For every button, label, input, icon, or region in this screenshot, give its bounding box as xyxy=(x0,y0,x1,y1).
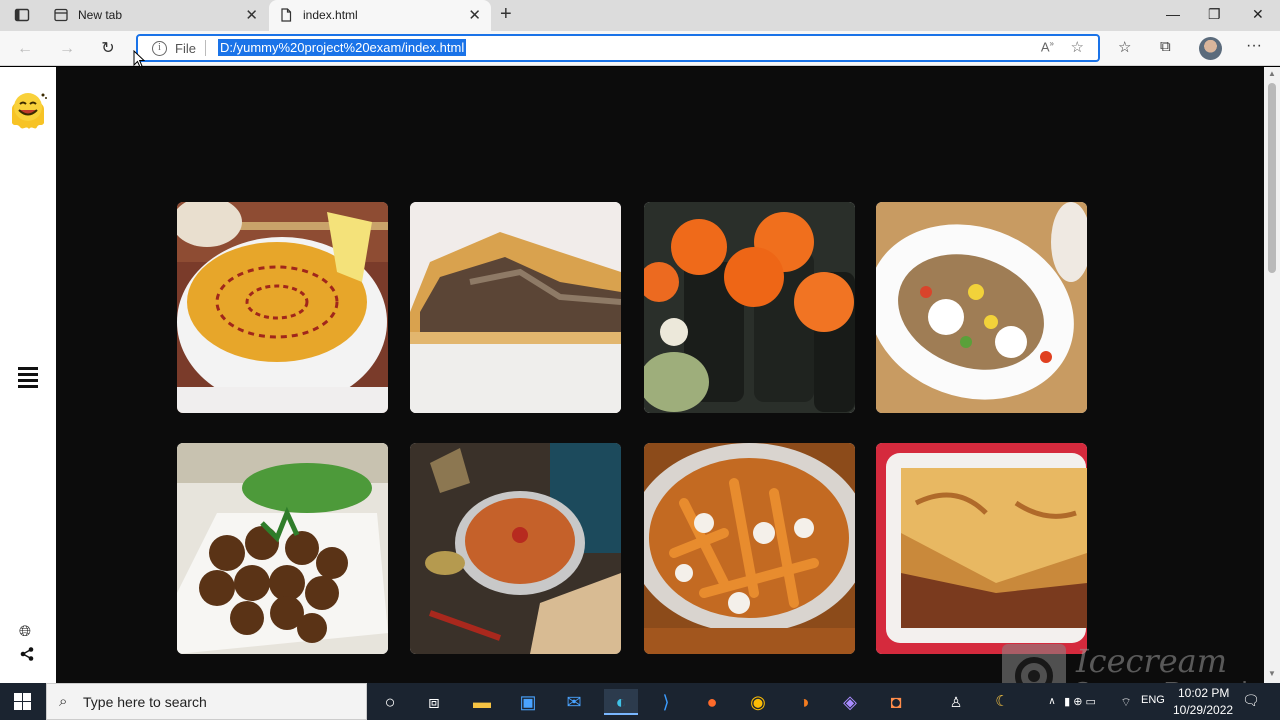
smiley-logo-icon[interactable] xyxy=(8,89,48,135)
eclipse-icon[interactable]: ◑ xyxy=(790,689,818,715)
add-favorite-icon[interactable]: ☆ xyxy=(1071,38,1084,56)
poutine-image xyxy=(644,443,855,654)
taskbar-search[interactable]: ⌕ Type here to search xyxy=(46,683,367,720)
file-explorer-icon[interactable]: ▬ xyxy=(468,689,496,715)
read-aloud-icon[interactable]: A» xyxy=(1041,39,1054,54)
watermark-title: Icecream xyxy=(1076,642,1228,680)
start-button[interactable] xyxy=(14,693,31,710)
edge-icon[interactable]: ◐ xyxy=(604,689,638,715)
language-indicator[interactable]: ENG xyxy=(1141,694,1165,706)
collections-icon[interactable]: ⧉ xyxy=(1160,38,1171,55)
discord-icon[interactable]: ◈ xyxy=(836,689,864,715)
more-menu-icon[interactable]: ··· xyxy=(1246,37,1262,55)
tray-icons[interactable]: ▮ ⊕ ▭ xyxy=(1060,689,1100,715)
scroll-thumb[interactable] xyxy=(1268,83,1276,273)
newtab-page-icon xyxy=(54,8,68,22)
search-icon: ⌕ xyxy=(59,693,68,710)
tab-strip: New tab ✕ index.html ✕ + — ❐ ✕ xyxy=(0,0,1280,31)
chrome-icon[interactable]: ◉ xyxy=(744,689,772,715)
new-tab-button[interactable]: + xyxy=(500,3,512,26)
close-tab-icon[interactable]: ✕ xyxy=(245,6,258,24)
store-icon[interactable]: ▣ xyxy=(514,689,542,715)
menu-icon[interactable] xyxy=(18,367,38,388)
close-tab-icon[interactable]: ✕ xyxy=(468,6,481,24)
outlook-icon[interactable]: ✉ xyxy=(560,689,588,715)
address-bar[interactable]: i File D:/yummy%20project%20exam/index.h… xyxy=(136,34,1100,62)
food-card-lasagna[interactable] xyxy=(876,443,1087,654)
night-mode-icon[interactable]: ☾ xyxy=(988,689,1016,715)
soundcloud-icon[interactable]: ● xyxy=(698,689,726,715)
food-card-falafel[interactable] xyxy=(177,443,388,654)
file-icon xyxy=(281,8,292,22)
stuffed-potato-image xyxy=(876,202,1087,413)
url-text[interactable]: D:/yummy%20project%20exam/index.html xyxy=(218,39,467,56)
close-window-icon[interactable]: ✕ xyxy=(1252,6,1264,23)
restore-icon[interactable]: ❐ xyxy=(1208,6,1221,23)
side-nav: 🌐︎ xyxy=(0,67,56,683)
mouse-cursor-icon xyxy=(133,50,145,68)
search-placeholder: Type here to search xyxy=(83,694,207,710)
tab-index-html[interactable]: index.html ✕ xyxy=(269,0,491,31)
lentil-soup-image xyxy=(177,202,388,413)
food-card-lentil-soup[interactable] xyxy=(177,202,388,413)
food-card-poutine[interactable] xyxy=(644,443,855,654)
scroll-up-icon[interactable]: ▲ xyxy=(1268,69,1276,78)
food-card-spiced-soup[interactable] xyxy=(410,443,621,654)
vscode-icon[interactable]: ⟩ xyxy=(652,689,680,715)
recorder-app-icon[interactable]: ◘ xyxy=(882,689,910,715)
clock-time[interactable]: 10:02 PM xyxy=(1178,686,1229,700)
notifications-icon[interactable]: 🗨︎ xyxy=(1242,692,1260,709)
divider xyxy=(205,40,206,56)
cortana-icon[interactable]: ○ xyxy=(376,689,404,715)
page-viewport: 🌐︎ xyxy=(0,67,1264,683)
page-scrollbar[interactable]: ▲ ▼ xyxy=(1264,67,1280,683)
wifi-icon[interactable]: ⌔ xyxy=(1112,689,1140,715)
tab-new-tab[interactable]: New tab ✕ xyxy=(44,0,268,31)
tab-label: index.html xyxy=(303,8,358,22)
task-view-icon[interactable]: ⧈ xyxy=(420,689,448,715)
reload-button[interactable]: ↻ xyxy=(97,38,119,60)
tab-actions-icon[interactable] xyxy=(14,7,30,23)
minimize-icon[interactable]: — xyxy=(1166,6,1180,22)
clock-date[interactable]: 10/29/2022 xyxy=(1173,703,1233,717)
globe-icon[interactable]: 🌐︎ xyxy=(19,623,31,640)
share-icon[interactable] xyxy=(20,647,34,661)
lasagna-image xyxy=(876,443,1087,654)
navigation-bar: ← → ↻ i File D:/yummy%20project%20exam/i… xyxy=(0,31,1280,66)
sushi-rolls-image xyxy=(644,202,855,413)
taskbar: ⌕ Type here to search ○ ⧈ ▬ ▣ ✉ ◐ ⟩ ● ◉ … xyxy=(0,683,1280,720)
profile-avatar[interactable] xyxy=(1199,37,1222,60)
food-card-meat-pie[interactable] xyxy=(410,202,621,413)
spiced-soup-image xyxy=(410,443,621,654)
meat-pie-image xyxy=(410,202,621,413)
back-button[interactable]: ← xyxy=(14,38,36,60)
security-label: File xyxy=(175,41,196,56)
favorites-icon[interactable]: ☆ xyxy=(1118,38,1131,56)
tab-label: New tab xyxy=(78,8,123,22)
food-card-sushi[interactable] xyxy=(644,202,855,413)
people-icon[interactable]: ♙ xyxy=(942,689,970,715)
info-icon[interactable]: i xyxy=(152,41,167,56)
falafel-image xyxy=(177,443,388,654)
forward-button[interactable]: → xyxy=(56,38,78,60)
food-card-stuffed-potato[interactable] xyxy=(876,202,1087,413)
